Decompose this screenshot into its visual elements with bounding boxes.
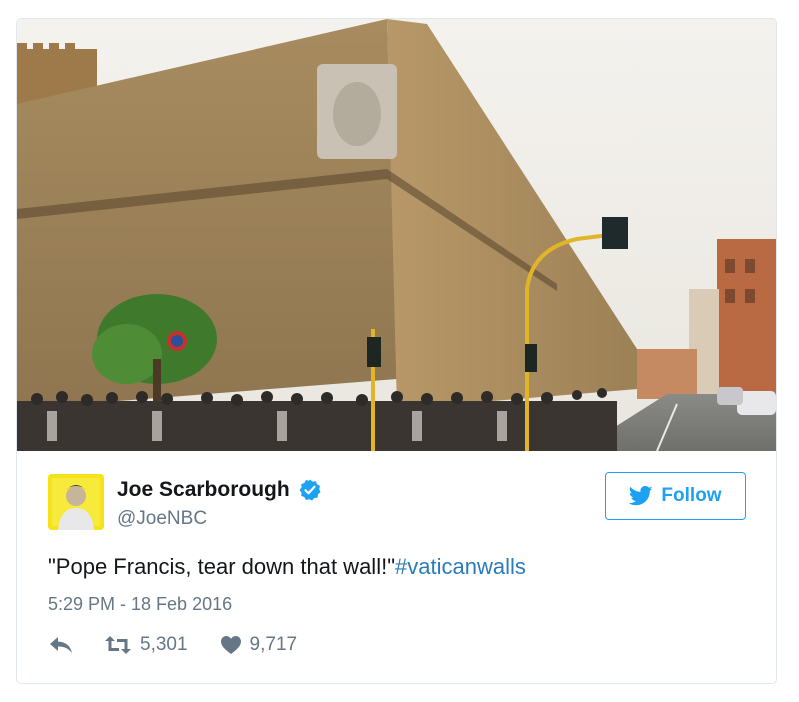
verified-badge-icon — [299, 479, 321, 501]
tweet-text-main: "Pope Francis, tear down that wall!" — [48, 554, 396, 579]
author-name-row: Joe Scarborough — [117, 478, 322, 502]
tweet-actions: 5,301 9,717 — [48, 634, 297, 656]
author-handle[interactable]: @JoeNBC — [117, 508, 207, 530]
follow-button[interactable]: Follow — [605, 472, 746, 520]
reply-button[interactable] — [48, 635, 74, 655]
tweet-timestamp[interactable]: 5:29 PM - 18 Feb 2016 — [48, 594, 232, 615]
avatar[interactable] — [48, 474, 104, 530]
reply-icon — [50, 637, 72, 653]
heart-icon — [220, 636, 241, 654]
avatar-image — [48, 474, 104, 530]
hashtag-link[interactable]: #vaticanwalls — [395, 554, 526, 579]
author-display-name[interactable]: Joe Scarborough — [117, 478, 290, 502]
tweet-text: "Pope Francis, tear down that wall!"#vat… — [48, 554, 526, 580]
tweet-card: Joe Scarborough @JoeNBC Follow "Pope Fra… — [16, 18, 777, 684]
like-button[interactable]: 9,717 — [220, 634, 298, 656]
tweet-photo[interactable] — [17, 19, 776, 451]
retweet-count: 5,301 — [140, 634, 188, 655]
like-count: 9,717 — [249, 634, 298, 655]
retweet-button[interactable]: 5,301 — [104, 634, 188, 656]
follow-button-label: Follow — [661, 485, 722, 506]
twitter-bird-icon — [629, 486, 654, 506]
retweet-icon — [105, 636, 131, 654]
